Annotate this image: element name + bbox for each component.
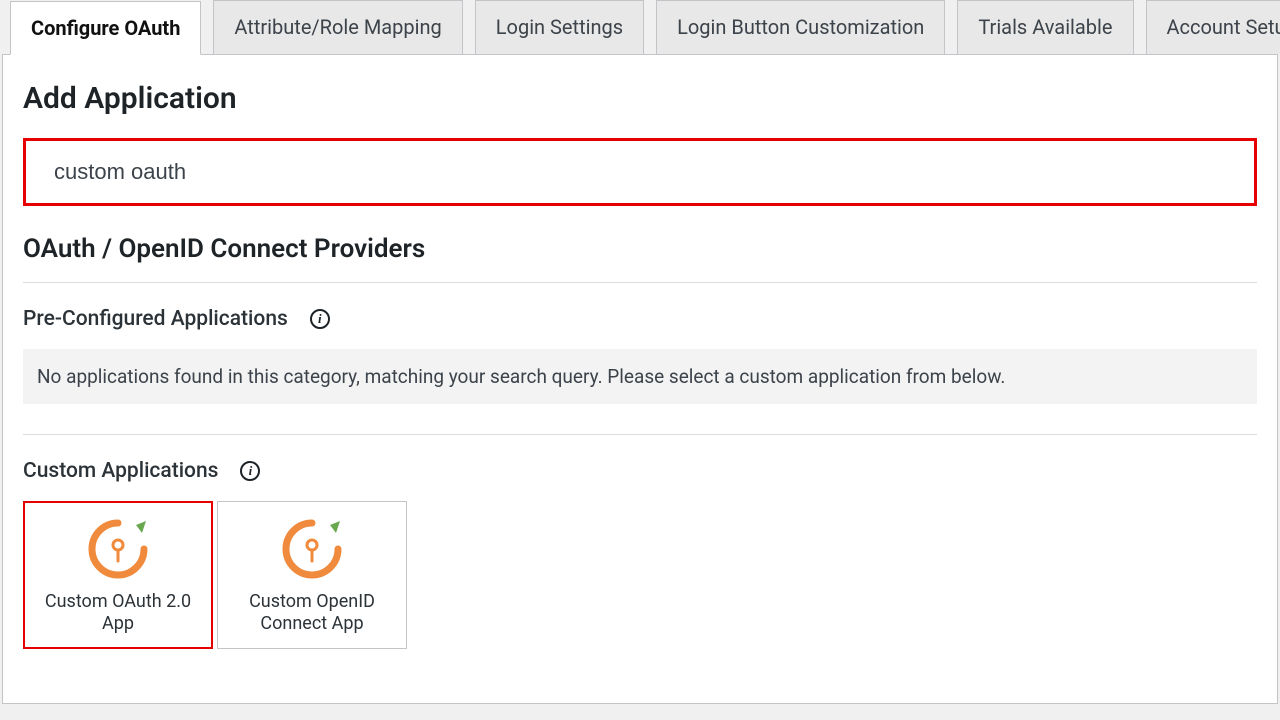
custom-heading: Custom Applications [23, 459, 218, 483]
tab-configure-oauth[interactable]: Configure OAuth [10, 1, 201, 55]
custom-heading-row: Custom Applications i [23, 459, 1257, 483]
tab-trials-available[interactable]: Trials Available [957, 0, 1133, 54]
card-label: Custom OAuth 2.0 App [33, 591, 203, 636]
oauth-lock-icon [278, 515, 346, 583]
divider [23, 282, 1257, 283]
tab-login-settings[interactable]: Login Settings [475, 0, 644, 54]
application-search-input[interactable] [30, 145, 1250, 199]
panel-configure-oauth: Add Application OAuth / OpenID Connect P… [2, 54, 1278, 704]
custom-app-cards: Custom OAuth 2.0 App Custom OpenID Conne… [23, 501, 1257, 649]
tab-attribute-role-mapping[interactable]: Attribute/Role Mapping [213, 0, 462, 54]
preconfigured-heading-row: Pre-Configured Applications i [23, 307, 1257, 331]
tabs-bar: Configure OAuth Attribute/Role Mapping L… [0, 0, 1280, 54]
tab-account-setup[interactable]: Account Setu [1146, 0, 1280, 54]
tab-login-button-customization[interactable]: Login Button Customization [656, 0, 945, 54]
card-label: Custom OpenID Connect App [226, 591, 398, 636]
oauth-lock-icon [84, 515, 152, 583]
card-custom-oauth-2-app[interactable]: Custom OAuth 2.0 App [23, 501, 213, 649]
search-highlight-box [23, 138, 1257, 206]
providers-title: OAuth / OpenID Connect Providers [23, 234, 1257, 264]
no-results-notice: No applications found in this category, … [23, 349, 1257, 404]
card-custom-openid-connect-app[interactable]: Custom OpenID Connect App [217, 501, 407, 649]
page-title: Add Application [23, 81, 1257, 116]
info-icon[interactable]: i [310, 309, 330, 329]
preconfigured-heading: Pre-Configured Applications [23, 307, 288, 331]
info-icon[interactable]: i [240, 461, 260, 481]
divider [23, 434, 1257, 435]
